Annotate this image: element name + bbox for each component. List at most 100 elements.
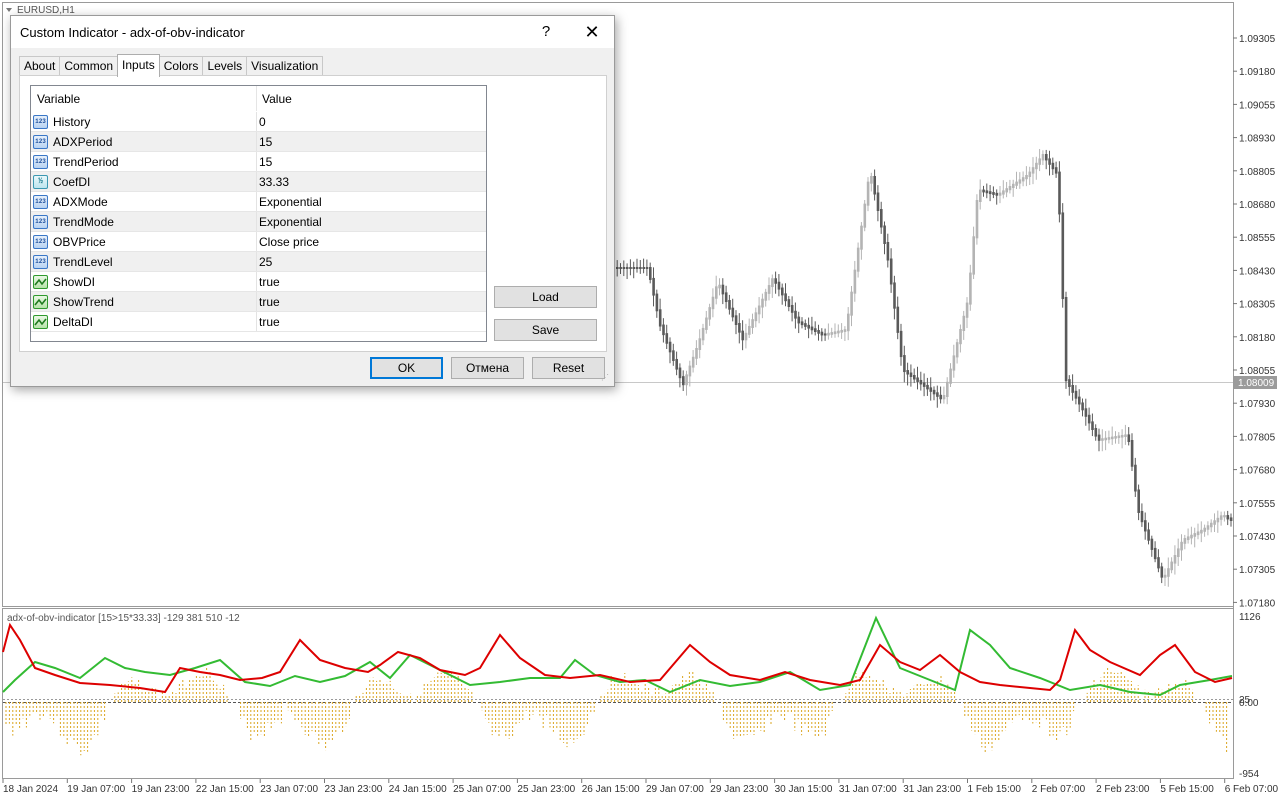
input-row-deltadi[interactable]: DeltaDI true: [31, 312, 486, 332]
candle-body: [748, 325, 751, 335]
save-button[interactable]: Save: [494, 319, 597, 341]
time-tick-label: 5 Feb 15:00: [1160, 784, 1214, 795]
candle-body: [807, 324, 810, 329]
value-cell[interactable]: Close price: [257, 232, 486, 251]
price-tick-label: 1.08805: [1239, 167, 1276, 178]
input-row-adxperiod[interactable]: 123 ADXPeriod 15: [31, 132, 486, 152]
value-cell[interactable]: Exponential: [257, 192, 486, 211]
input-row-showtrend[interactable]: ShowTrend true: [31, 292, 486, 312]
time-tick-label: 19 Jan 07:00: [67, 784, 125, 795]
tab-inputs[interactable]: Inputs: [117, 54, 160, 77]
custom-indicator-dialog: Custom Indicator - adx-of-obv-indicator …: [10, 15, 615, 387]
candle-body: [1219, 515, 1223, 520]
candle-body: [728, 300, 731, 310]
cancel-button[interactable]: Отмена: [451, 357, 524, 379]
candle-body: [698, 338, 702, 350]
price-tick-label: 1.08180: [1239, 333, 1276, 344]
price-tick-label: 1.08055: [1239, 366, 1276, 377]
candle-body: [1051, 162, 1055, 170]
value-cell[interactable]: 33.33: [257, 172, 486, 191]
input-row-history[interactable]: 123 History 0: [31, 112, 486, 132]
dialog-titlebar[interactable]: Custom Indicator - adx-of-obv-indicator …: [11, 16, 614, 48]
indicator-tick-label: 0.00: [1239, 698, 1259, 709]
candle-body: [1071, 385, 1074, 393]
integer-type-icon: 123: [33, 134, 48, 149]
candle-body: [988, 191, 992, 195]
ok-button[interactable]: OK: [370, 357, 443, 379]
input-row-obvprice[interactable]: 123 OBVPrice Close price: [31, 232, 486, 252]
candle-body: [1124, 434, 1127, 437]
column-header-variable[interactable]: Variable: [31, 86, 257, 111]
candle-body: [1058, 171, 1061, 215]
candle-body: [883, 225, 886, 244]
candle-body: [932, 389, 936, 395]
candle-body: [889, 258, 893, 285]
time-tick-label: 1 Feb 15:00: [968, 784, 1022, 795]
bool-type-icon: [33, 274, 48, 289]
value-cell[interactable]: true: [257, 272, 486, 291]
variable-name: ADXPeriod: [53, 134, 113, 149]
candle-body: [1163, 574, 1167, 578]
value-cell[interactable]: 0: [257, 112, 486, 131]
value-cell[interactable]: 25: [257, 252, 486, 271]
candle-body: [688, 365, 692, 377]
price-tick-label: 1.08680: [1239, 200, 1276, 211]
value-cell[interactable]: 15: [257, 152, 486, 171]
candle-body: [843, 329, 847, 332]
candle-body: [827, 332, 830, 336]
candle-body: [1038, 158, 1041, 165]
candle-body: [1183, 538, 1187, 544]
input-row-showdi[interactable]: ShowDI true: [31, 272, 486, 292]
input-row-adxmode[interactable]: 123 ADXMode Exponential: [31, 192, 486, 212]
candle-body: [741, 330, 744, 341]
candle-body: [1094, 428, 1098, 437]
candle-body: [764, 291, 768, 301]
time-tick-label: 25 Jan 23:00: [517, 784, 575, 795]
tab-common[interactable]: Common: [59, 56, 119, 76]
value-cell[interactable]: true: [257, 312, 486, 331]
price-tick-label: 1.09305: [1239, 34, 1276, 45]
double-type-icon: ½: [33, 174, 48, 189]
value-cell[interactable]: 15: [257, 132, 486, 151]
reset-button[interactable]: Reset: [532, 357, 605, 379]
price-tick-label: 1.08555: [1239, 233, 1276, 244]
indicator-tick-label: 1126: [1239, 612, 1261, 623]
input-row-trendperiod[interactable]: 123 TrendPeriod 15: [31, 152, 486, 172]
candle-body: [972, 236, 975, 275]
input-row-trendlevel[interactable]: 123 TrendLevel 25: [31, 252, 486, 272]
candle-body: [1002, 190, 1005, 195]
candle-body: [830, 332, 834, 335]
candle-body: [711, 296, 715, 310]
help-icon[interactable]: ?: [533, 20, 559, 44]
resize-grip-icon[interactable]: ⋰: [601, 373, 611, 383]
candle-body: [1137, 489, 1140, 513]
value-cell[interactable]: true: [257, 292, 486, 311]
tab-visualization[interactable]: Visualization: [246, 56, 324, 76]
close-icon[interactable]: ✕: [577, 20, 607, 44]
input-row-trendmode[interactable]: 123 TrendMode Exponential: [31, 212, 486, 232]
candle-body: [649, 267, 652, 280]
candle-body: [1025, 175, 1028, 180]
time-tick-label: 19 Jan 23:00: [132, 784, 190, 795]
value-cell[interactable]: Exponential: [257, 212, 486, 231]
variable-name: TrendLevel: [53, 254, 113, 269]
variable-cell: 123 OBVPrice: [31, 232, 257, 251]
tab-about[interactable]: About: [19, 56, 61, 76]
load-button[interactable]: Load: [494, 286, 597, 308]
variable-name: ADXMode: [53, 194, 108, 209]
variable-cell: DeltaDI: [31, 312, 257, 331]
candle-body: [761, 298, 764, 308]
candle-body: [1064, 297, 1068, 382]
grid-header: Variable Value: [31, 86, 486, 112]
column-header-value[interactable]: Value: [257, 86, 486, 111]
candle-body: [1186, 536, 1190, 541]
candle-body: [1213, 520, 1216, 525]
candle-body: [1216, 517, 1220, 523]
candle-body: [820, 331, 824, 336]
candle-body: [1167, 568, 1170, 577]
input-row-coefdi[interactable]: ½ CoefDI 33.33: [31, 172, 486, 192]
bool-type-icon: [33, 294, 48, 309]
tab-levels[interactable]: Levels: [202, 56, 248, 76]
integer-type-icon: 123: [33, 194, 48, 209]
tab-colors[interactable]: Colors: [158, 56, 204, 76]
